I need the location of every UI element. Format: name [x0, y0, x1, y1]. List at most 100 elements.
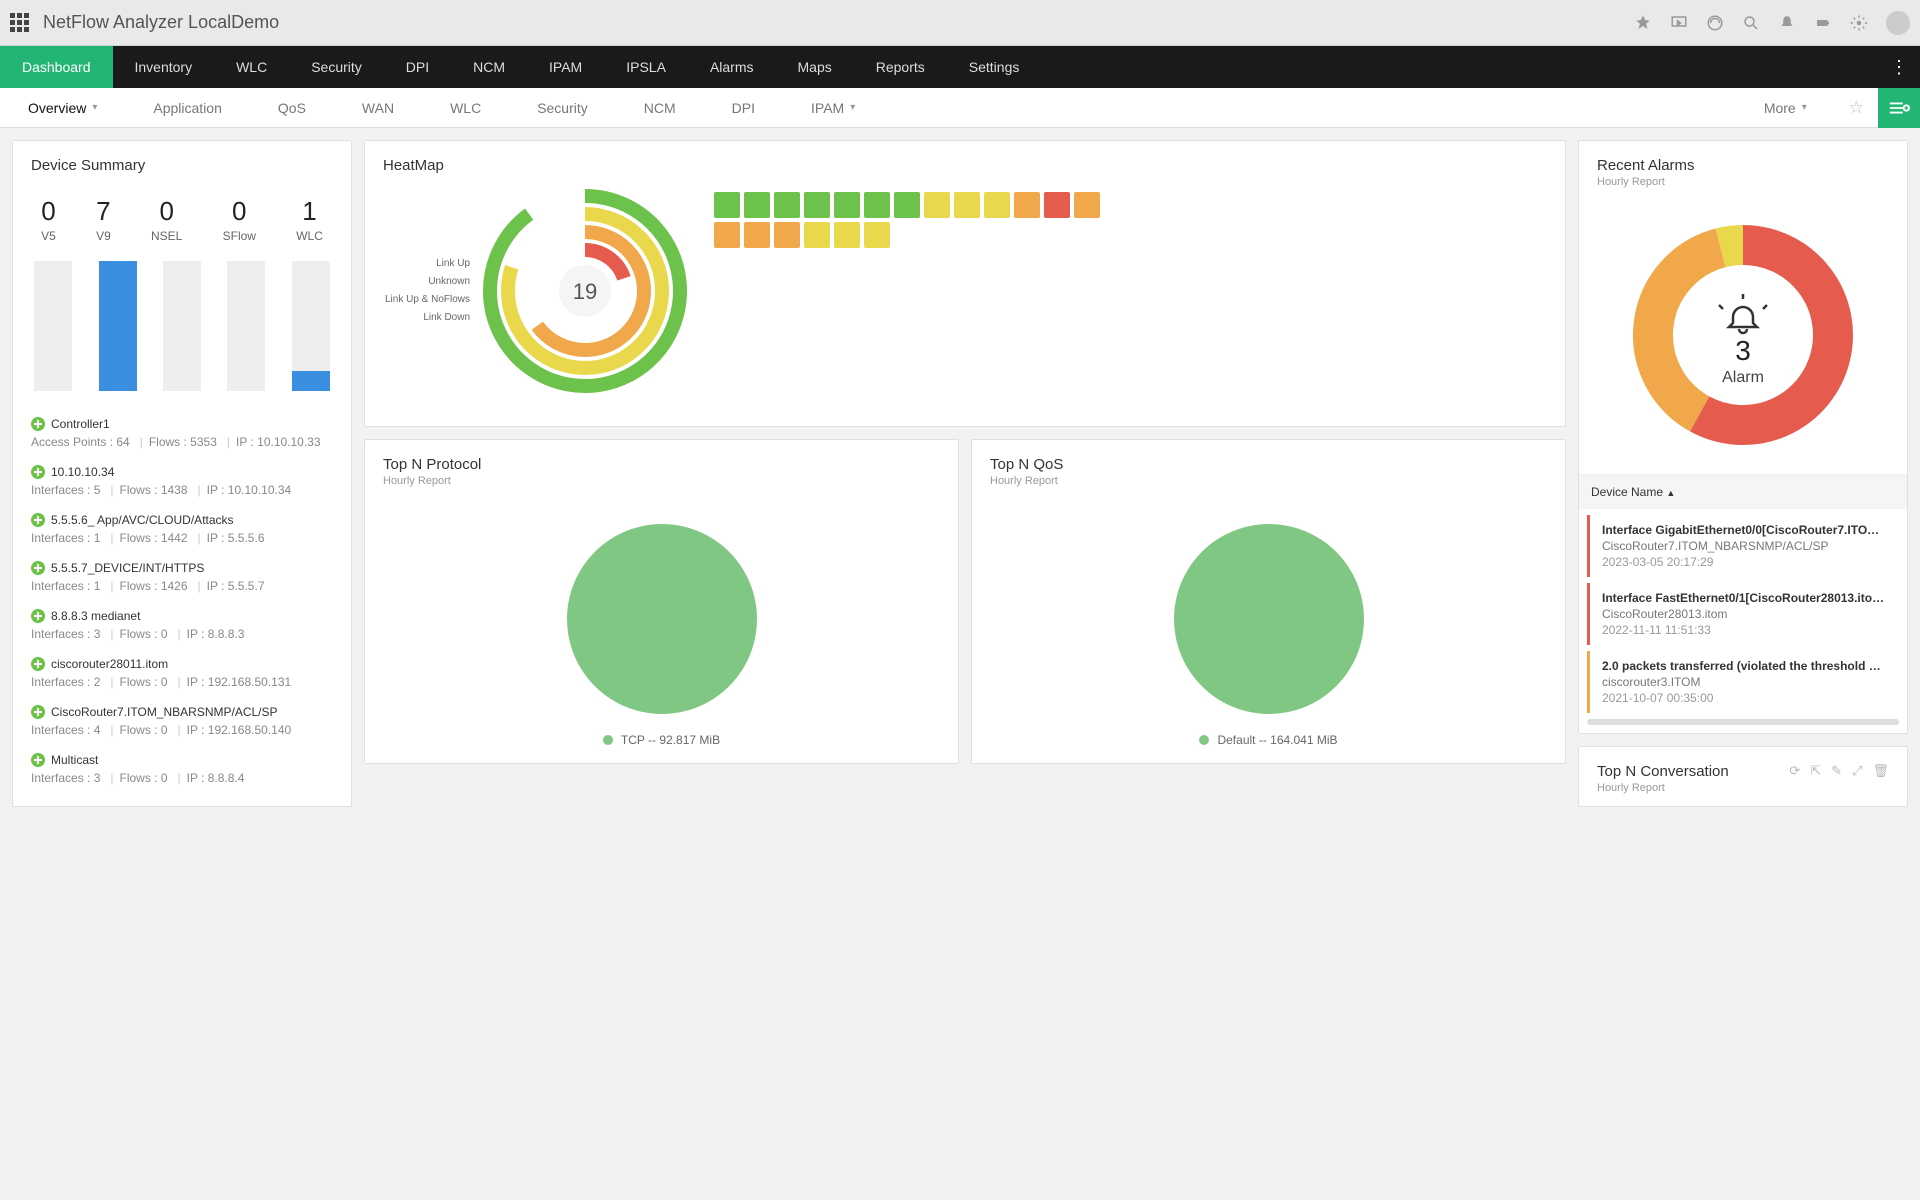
alarms-table-header[interactable]: Device Name ▲ [1579, 474, 1907, 509]
expand-plus-icon[interactable] [31, 705, 45, 719]
expand-plus-icon[interactable] [31, 465, 45, 479]
card-title: Recent Alarms [1597, 157, 1889, 174]
heat-tile[interactable] [924, 192, 950, 218]
nav-maps[interactable]: Maps [776, 46, 854, 88]
subnav-security[interactable]: Security [509, 88, 616, 128]
heat-tile[interactable] [1014, 192, 1040, 218]
subnav-wan[interactable]: WAN [334, 88, 422, 128]
nav-wlc[interactable]: WLC [214, 46, 289, 88]
summary-stat: 0SFlow [223, 196, 256, 243]
qos-legend: Default -- 164.041 MiB [1199, 733, 1337, 747]
heatmap-radial: Link UpUnknownLink Up & NoFlowsLink Down… [385, 186, 690, 396]
summary-bar [227, 261, 265, 391]
nav-alarms[interactable]: Alarms [688, 46, 776, 88]
summary-bar [99, 261, 137, 391]
card-title: Top N Protocol [383, 456, 940, 473]
device-row[interactable]: 8.8.8.3 medianetInterfaces : 3|Flows : 0… [31, 601, 333, 649]
subnav-qos[interactable]: QoS [250, 88, 334, 128]
nav-dpi[interactable]: DPI [384, 46, 451, 88]
card-heatmap: HeatMap Link UpUnknownLink Up & NoFlowsL… [364, 140, 1566, 427]
heat-tile[interactable] [864, 192, 890, 218]
support-icon[interactable] [1706, 14, 1724, 32]
heat-tile[interactable] [774, 192, 800, 218]
alarm-row[interactable]: Interface GigabitEthernet0/0[CiscoRouter… [1587, 515, 1899, 577]
card-title: Top N QoS [990, 456, 1547, 473]
subnav-more[interactable]: More▾ [1736, 88, 1835, 128]
expand-plus-icon[interactable] [31, 657, 45, 671]
alarm-row[interactable]: 2.0 packets transferred (violated the th… [1587, 651, 1899, 713]
nav-dashboard[interactable]: Dashboard [0, 46, 113, 88]
summary-bar [163, 261, 201, 391]
expand-plus-icon[interactable] [31, 753, 45, 767]
device-row[interactable]: 10.10.10.34Interfaces : 5|Flows : 1438|I… [31, 457, 333, 505]
nav-ncm[interactable]: NCM [451, 46, 527, 88]
alarm-row[interactable]: Interface FastEthernet0/1[CiscoRouter280… [1587, 583, 1899, 645]
summary-stat: 0V5 [41, 196, 56, 243]
nav-inventory[interactable]: Inventory [113, 46, 215, 88]
bell-icon[interactable] [1778, 14, 1796, 32]
favorite-icon[interactable]: ☆ [1835, 98, 1878, 118]
rocket-icon[interactable] [1634, 14, 1652, 32]
nav-reports[interactable]: Reports [854, 46, 947, 88]
radial-chart: 19 [480, 186, 690, 396]
nav-settings[interactable]: Settings [947, 46, 1042, 88]
card-subtitle: Hourly Report [383, 475, 940, 487]
export-icon[interactable]: ⇱ [1810, 763, 1821, 779]
expand-icon[interactable]: ⤢ [1852, 763, 1862, 779]
expand-plus-icon[interactable] [31, 561, 45, 575]
subnav-ipam[interactable]: IPAM▾ [783, 88, 883, 128]
expand-plus-icon[interactable] [31, 417, 45, 431]
battery-icon[interactable] [1814, 14, 1832, 32]
heat-tile[interactable] [804, 192, 830, 218]
heat-tile[interactable] [894, 192, 920, 218]
edit-icon[interactable]: ✎ [1831, 763, 1842, 779]
heat-tile[interactable] [1044, 192, 1070, 218]
device-row[interactable]: Controller1Access Points : 64|Flows : 53… [31, 409, 333, 457]
nav-overflow-icon[interactable]: ⋮ [1878, 57, 1920, 78]
card-top-protocol: Top N Protocol Hourly Report TCP -- 92.8… [364, 439, 959, 764]
subnav-application[interactable]: Application [125, 88, 250, 128]
gear-icon[interactable] [1850, 14, 1868, 32]
card-recent-alarms: Recent Alarms Hourly Report 3Alarm Devic… [1578, 140, 1908, 734]
device-row[interactable]: 5.5.5.7_DEVICE/INT/HTTPSInterfaces : 1|F… [31, 553, 333, 601]
refresh-icon[interactable]: ⟳ [1789, 763, 1800, 779]
horizontal-scrollbar[interactable] [1587, 719, 1899, 725]
user-avatar[interactable] [1886, 11, 1910, 35]
heatmap-tiles [714, 192, 1100, 396]
presentation-icon[interactable] [1670, 14, 1688, 32]
search-icon[interactable] [1742, 14, 1760, 32]
heat-tile[interactable] [714, 222, 740, 248]
apps-launcher-icon[interactable] [10, 13, 29, 32]
expand-plus-icon[interactable] [31, 513, 45, 527]
card-title: HeatMap [383, 157, 1547, 174]
device-row[interactable]: MulticastInterfaces : 3|Flows : 0|IP : 8… [31, 745, 333, 793]
device-row[interactable]: CiscoRouter7.ITOM_NBARSNMP/ACL/SPInterfa… [31, 697, 333, 745]
subnav-overview[interactable]: Overview▾ [0, 88, 125, 128]
heat-tile[interactable] [864, 222, 890, 248]
nav-security[interactable]: Security [289, 46, 384, 88]
subnav-wlc[interactable]: WLC [422, 88, 509, 128]
topbar: NetFlow Analyzer LocalDemo [0, 0, 1920, 46]
add-widget-button[interactable] [1878, 88, 1920, 128]
heat-tile[interactable] [744, 222, 770, 248]
device-list: Controller1Access Points : 64|Flows : 53… [13, 401, 351, 801]
nav-ipam[interactable]: IPAM [527, 46, 604, 88]
delete-icon[interactable]: 🗑 [1872, 763, 1889, 779]
heat-tile[interactable] [834, 222, 860, 248]
device-row[interactable]: 5.5.5.6_ App/AVC/CLOUD/AttacksInterfaces… [31, 505, 333, 553]
subnav-ncm[interactable]: NCM [616, 88, 704, 128]
nav-ipsla[interactable]: IPSLA [604, 46, 688, 88]
heat-tile[interactable] [1074, 192, 1100, 218]
heat-tile[interactable] [954, 192, 980, 218]
heat-tile[interactable] [984, 192, 1010, 218]
expand-plus-icon[interactable] [31, 609, 45, 623]
heat-tile[interactable] [774, 222, 800, 248]
protocol-pie [562, 519, 762, 719]
heat-tile[interactable] [804, 222, 830, 248]
subnav-dpi[interactable]: DPI [704, 88, 783, 128]
heat-tile[interactable] [714, 192, 740, 218]
device-row[interactable]: ciscorouter28011.itomInterfaces : 2|Flow… [31, 649, 333, 697]
heat-tile[interactable] [744, 192, 770, 218]
heat-tile[interactable] [834, 192, 860, 218]
sub-nav: Overview▾ApplicationQoSWANWLCSecurityNCM… [0, 88, 1920, 128]
